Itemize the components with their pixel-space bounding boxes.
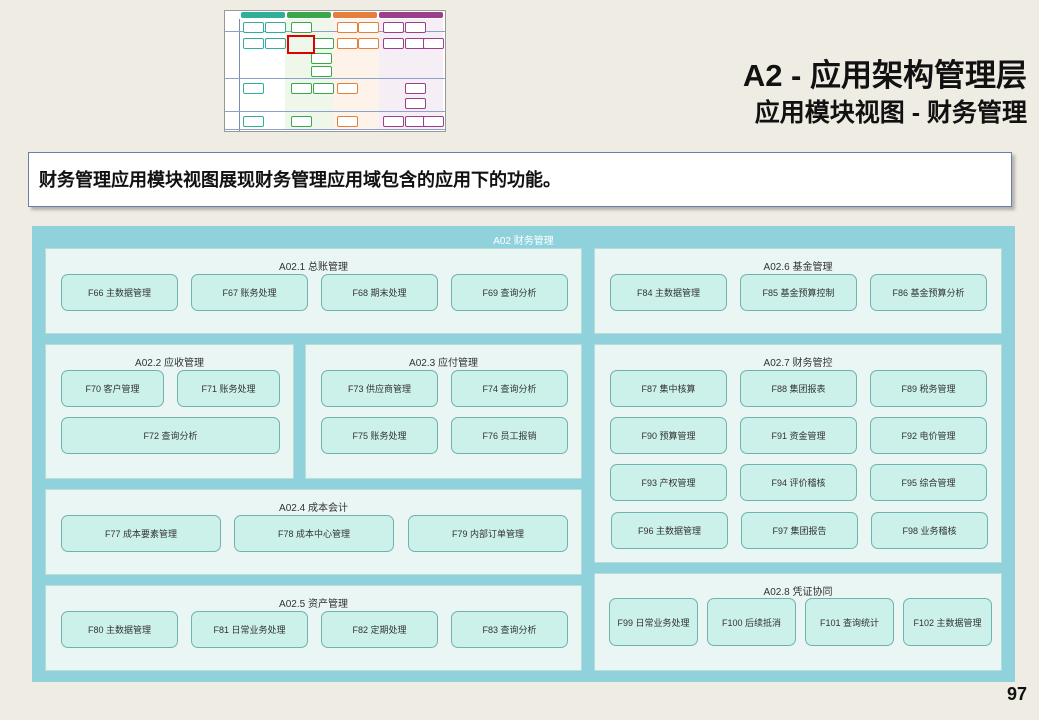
thumb-box <box>405 83 426 94</box>
panel-financial-control: A02.7 财务管控 F87 集中核算 F88 集团报表 F89 税务管理 F9… <box>594 344 1002 563</box>
thumb-header-4 <box>379 12 443 18</box>
thumb-box <box>291 83 312 94</box>
thumb-box <box>243 22 264 33</box>
panel-title: A02.4 成本会计 <box>279 503 348 514</box>
finance-domain: A02 财务管理 A02.1 总账管理 F66 主数据管理 F67 账务处理 F… <box>32 226 1015 682</box>
thumb-box <box>405 22 426 33</box>
thumb-divider <box>225 78 445 79</box>
thumb-box <box>243 38 264 49</box>
thumb-box <box>311 66 332 77</box>
function-f86[interactable]: F86 基金预算分析 <box>870 274 987 311</box>
thumb-header-1 <box>241 12 285 18</box>
page-title: A2 - 应用架构管理层 <box>742 58 1027 93</box>
function-f88[interactable]: F88 集团报表 <box>740 370 857 407</box>
thumb-divider <box>225 129 445 130</box>
function-f97[interactable]: F97 集团报告 <box>741 512 858 549</box>
panel-title: A02.8 凭证协同 <box>763 587 833 598</box>
thumb-divider <box>225 111 445 112</box>
page-subtitle: 应用模块视图 - 财务管理 <box>754 99 1027 127</box>
thumb-col-3 <box>333 19 379 130</box>
thumb-box <box>383 116 404 127</box>
thumb-box <box>405 98 426 109</box>
function-f100[interactable]: F100 后续抵消 <box>707 598 796 646</box>
thumb-box <box>383 22 404 33</box>
panel-general-ledger: A02.1 总账管理 F66 主数据管理 F67 账务处理 F68 期末处理 F… <box>45 248 582 334</box>
thumb-header-2 <box>287 12 331 18</box>
function-f78[interactable]: F78 成本中心管理 <box>234 515 394 552</box>
panel-payables: A02.3 应付管理 F73 供应商管理 F74 查询分析 F75 账务处理 F… <box>305 344 582 479</box>
function-f90[interactable]: F90 预算管理 <box>610 417 727 454</box>
thumb-box <box>311 53 332 64</box>
panel-title: A02.1 总账管理 <box>279 262 348 273</box>
function-f91[interactable]: F91 资金管理 <box>740 417 857 454</box>
thumb-box <box>358 38 379 49</box>
thumb-header-3 <box>333 12 377 18</box>
function-f96[interactable]: F96 主数据管理 <box>611 512 728 549</box>
panel-voucher-collaboration: A02.8 凭证协同 F99 日常业务处理 F100 后续抵消 F101 查询统… <box>594 573 1002 671</box>
function-f76[interactable]: F76 员工报销 <box>451 417 568 454</box>
function-f102[interactable]: F102 主数据管理 <box>903 598 992 646</box>
function-f68[interactable]: F68 期末处理 <box>321 274 438 311</box>
function-f98[interactable]: F98 业务稽核 <box>871 512 988 549</box>
function-f101[interactable]: F101 查询统计 <box>805 598 894 646</box>
domain-title: A02 财务管理 <box>493 236 554 247</box>
function-f87[interactable]: F87 集中核算 <box>610 370 727 407</box>
panel-title: A02.3 应付管理 <box>409 358 478 369</box>
thumb-box <box>358 22 379 33</box>
thumb-highlight <box>287 35 315 54</box>
function-f69[interactable]: F69 查询分析 <box>451 274 568 311</box>
function-f70[interactable]: F70 客户管理 <box>61 370 164 407</box>
thumb-box <box>243 116 264 127</box>
function-f82[interactable]: F82 定期处理 <box>321 611 438 648</box>
function-f72[interactable]: F72 查询分析 <box>61 417 280 454</box>
thumb-box <box>423 116 444 127</box>
function-f85[interactable]: F85 基金预算控制 <box>740 274 857 311</box>
panel-title: A02.7 财务管控 <box>763 358 833 369</box>
panel-title: A02.5 资产管理 <box>279 599 348 610</box>
function-f73[interactable]: F73 供应商管理 <box>321 370 438 407</box>
panel-title: A02.2 应收管理 <box>135 358 204 369</box>
panel-title: A02.6 基金管理 <box>763 262 833 273</box>
function-f79[interactable]: F79 内部订单管理 <box>408 515 568 552</box>
thumb-box <box>423 38 444 49</box>
thumb-box <box>291 116 312 127</box>
function-f89[interactable]: F89 税务管理 <box>870 370 987 407</box>
panel-cost-accounting: A02.4 成本会计 F77 成本要素管理 F78 成本中心管理 F79 内部订… <box>45 489 582 575</box>
panel-receivables: A02.2 应收管理 F70 客户管理 F71 账务处理 F72 查询分析 <box>45 344 294 479</box>
function-f80[interactable]: F80 主数据管理 <box>61 611 178 648</box>
function-f75[interactable]: F75 账务处理 <box>321 417 438 454</box>
thumb-box <box>265 38 286 49</box>
thumb-box <box>313 38 334 49</box>
function-f95[interactable]: F95 综合管理 <box>870 464 987 501</box>
panel-asset-management: A02.5 资产管理 F80 主数据管理 F81 日常业务处理 F82 定期处理… <box>45 585 582 671</box>
function-f67[interactable]: F67 账务处理 <box>191 274 308 311</box>
thumb-box <box>291 22 312 33</box>
function-f77[interactable]: F77 成本要素管理 <box>61 515 221 552</box>
page-number: 97 <box>1006 684 1027 704</box>
function-f81[interactable]: F81 日常业务处理 <box>191 611 308 648</box>
function-f74[interactable]: F74 查询分析 <box>451 370 568 407</box>
function-f84[interactable]: F84 主数据管理 <box>610 274 727 311</box>
thumb-col-4 <box>379 19 443 130</box>
thumb-box <box>337 116 358 127</box>
description-box: 财务管理应用模块视图展现财务管理应用域包含的应用下的功能。 <box>28 152 1012 207</box>
function-f92[interactable]: F92 电价管理 <box>870 417 987 454</box>
panel-fund-management: A02.6 基金管理 F84 主数据管理 F85 基金预算控制 F86 基金预算… <box>594 248 1002 334</box>
architecture-thumbnail[interactable] <box>224 10 446 132</box>
function-f94[interactable]: F94 评价稽核 <box>740 464 857 501</box>
thumb-box <box>313 83 334 94</box>
function-f71[interactable]: F71 账务处理 <box>177 370 280 407</box>
thumb-box <box>337 83 358 94</box>
thumb-box <box>337 22 358 33</box>
thumb-box <box>337 38 358 49</box>
thumb-box <box>383 38 404 49</box>
thumb-box <box>243 83 264 94</box>
function-f83[interactable]: F83 查询分析 <box>451 611 568 648</box>
function-f99[interactable]: F99 日常业务处理 <box>609 598 698 646</box>
thumb-sidebar <box>225 19 240 131</box>
function-f66[interactable]: F66 主数据管理 <box>61 274 178 311</box>
function-f93[interactable]: F93 产权管理 <box>610 464 727 501</box>
thumb-box <box>265 22 286 33</box>
